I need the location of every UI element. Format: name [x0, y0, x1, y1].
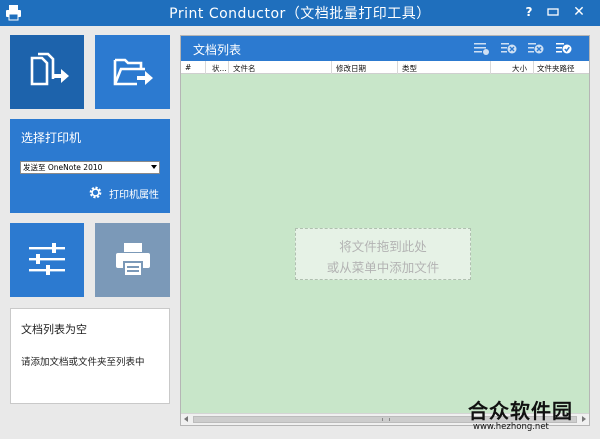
- window-title: Print Conductor（文档批量打印工具）: [169, 6, 431, 22]
- document-list-header: 文档列表: [181, 36, 589, 61]
- watermark-url: www.hezhong.net: [473, 422, 549, 432]
- check-list-icon[interactable]: [556, 41, 572, 56]
- add-folder-icon: [113, 58, 153, 86]
- drop-zone[interactable]: 将文件拖到此处 或从菜单中添加文件: [295, 228, 471, 280]
- printer-select[interactable]: 发送至 OneNote 2010: [20, 161, 160, 174]
- gear-icon: [89, 186, 102, 199]
- close-button[interactable]: ✕: [570, 3, 588, 21]
- column-size[interactable]: 大小: [512, 63, 527, 74]
- printer-select-value: 发送至 OneNote 2010: [23, 163, 103, 172]
- column-separator[interactable]: [205, 61, 206, 74]
- add-files-icon: [30, 52, 69, 86]
- column-filename[interactable]: 文件名: [233, 63, 256, 74]
- column-separator[interactable]: [490, 61, 491, 74]
- sliders-icon: [29, 243, 65, 275]
- print-button[interactable]: [95, 223, 170, 297]
- status-text: 请添加文档或文件夹至列表中: [21, 357, 145, 368]
- add-files-button[interactable]: [10, 35, 84, 109]
- column-status[interactable]: 状...: [212, 63, 227, 74]
- status-title: 文档列表为空: [21, 323, 87, 336]
- drop-hint-line1: 将文件拖到此处: [339, 239, 427, 254]
- column-separator[interactable]: [331, 61, 332, 74]
- column-type[interactable]: 类型: [402, 63, 417, 74]
- column-folder-path[interactable]: 文件夹路径: [537, 63, 575, 74]
- add-folder-button[interactable]: [95, 35, 170, 109]
- printer-icon: [116, 243, 150, 277]
- settings-button[interactable]: [10, 223, 84, 297]
- minimize-icon: [547, 8, 559, 16]
- column-separator[interactable]: [228, 61, 229, 74]
- column-separator[interactable]: [533, 61, 534, 74]
- drop-hint-line2: 或从菜单中添加文件: [326, 260, 440, 275]
- status-box: 文档列表为空 请添加文档或文件夹至列表中: [10, 308, 170, 404]
- list-options-icon[interactable]: [474, 41, 490, 56]
- title-bar: Print Conductor（文档批量打印工具） ? ✕: [0, 0, 600, 26]
- column-number[interactable]: #: [185, 63, 191, 72]
- clear-list-icon[interactable]: [528, 41, 544, 56]
- column-modified-date[interactable]: 修改日期: [336, 63, 366, 74]
- remove-item-icon[interactable]: [501, 41, 517, 56]
- watermark-title: 合众软件园: [468, 399, 573, 423]
- minimize-button[interactable]: [544, 3, 562, 21]
- document-list-title: 文档列表: [193, 43, 242, 57]
- chevron-down-icon: [151, 165, 157, 169]
- document-list-panel[interactable]: 文档列表 # 状... 文件名 修改日期 类型 大小 文件夹路径 将文件拖到此处…: [180, 35, 590, 426]
- help-button[interactable]: ?: [520, 3, 538, 21]
- scroll-left-icon[interactable]: [184, 416, 188, 422]
- column-header-row: # 状... 文件名 修改日期 类型 大小 文件夹路径: [181, 61, 589, 74]
- printer-properties-label: 打印机属性: [109, 190, 159, 201]
- column-separator[interactable]: [397, 61, 398, 74]
- watermark: 合众软件园 www.hezhong.net: [468, 395, 600, 439]
- grip-icon: [382, 418, 390, 421]
- printer-panel-title: 选择打印机: [21, 131, 82, 145]
